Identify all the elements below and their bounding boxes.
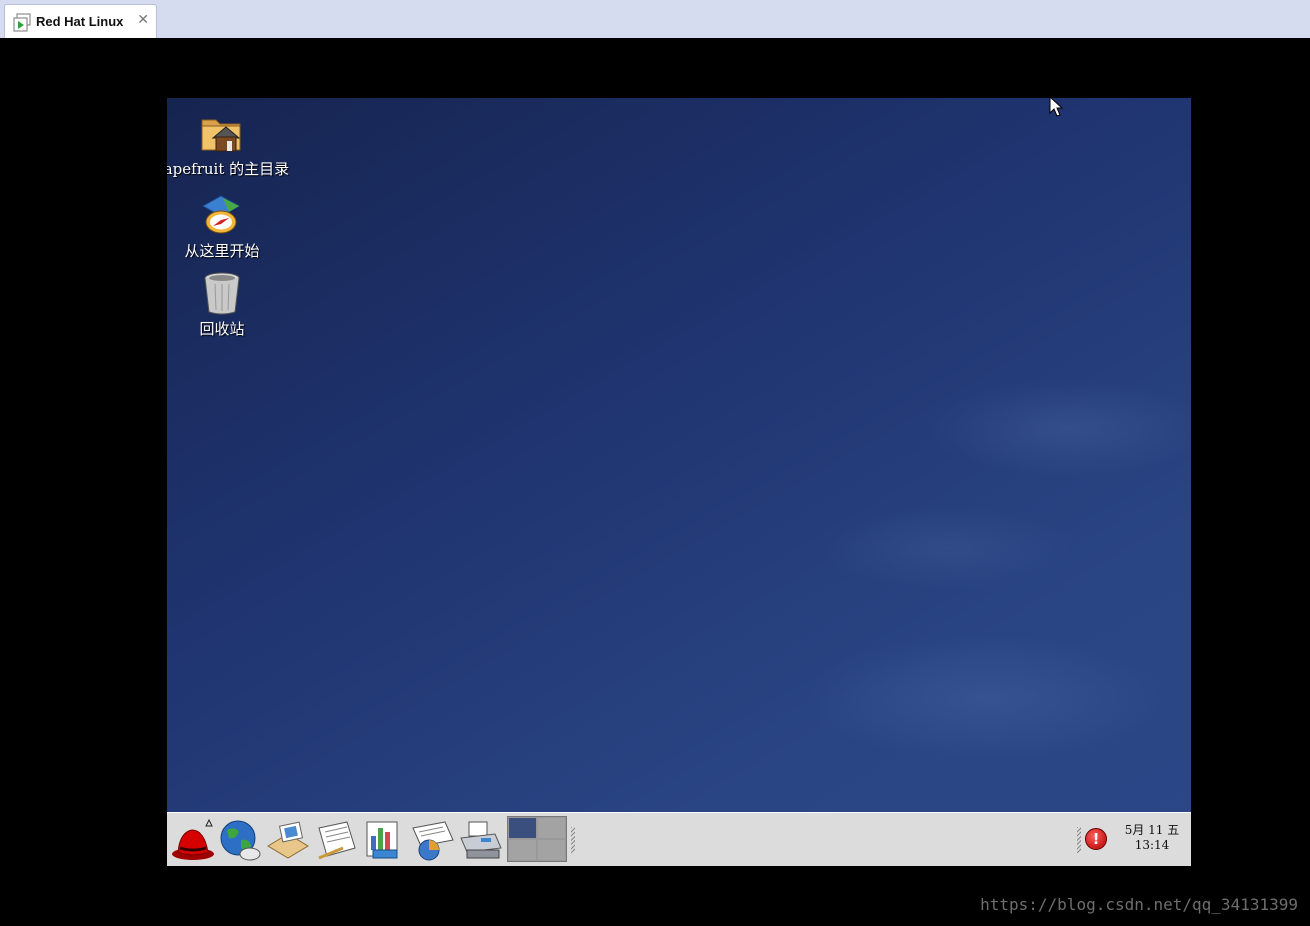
desktop-trash[interactable]: 回收站	[167, 270, 292, 339]
clock-time: 13:14	[1134, 838, 1170, 852]
clock-date: 5月 11 五	[1124, 823, 1180, 837]
vm-play-icon	[13, 13, 31, 32]
writer-button[interactable]	[313, 818, 359, 862]
spreadsheet-icon	[366, 821, 398, 859]
workspace-2[interactable]	[538, 818, 565, 838]
workspace-switcher[interactable]	[507, 816, 567, 862]
tab-label: Red Hat Linux	[36, 14, 124, 29]
redhat-menu-icon	[172, 818, 214, 860]
email-button[interactable]	[265, 818, 311, 862]
panel-grip[interactable]	[571, 827, 575, 853]
vm-screen[interactable]: eapefruit 的主目录 从这里开始 回收站 ! 5月 11 五 13:14	[167, 98, 1191, 866]
panel-grip[interactable]	[1077, 827, 1081, 853]
spreadsheet-button[interactable]	[361, 818, 407, 862]
writer-icon	[318, 821, 356, 860]
home-folder-icon	[201, 119, 241, 152]
close-icon[interactable]: ✕	[137, 12, 149, 28]
printer-icon	[460, 821, 502, 859]
update-alert-icon[interactable]: !	[1085, 828, 1107, 850]
web-browser-button[interactable]	[217, 818, 263, 862]
desktop-label: 从这里开始	[184, 242, 260, 260]
host-tab-bar: Red Hat Linux ✕	[0, 0, 1310, 38]
desktop-home-folder[interactable]: eapefruit 的主目录	[167, 110, 292, 179]
redhat-menu-button[interactable]	[170, 818, 216, 862]
watermark: https://blog.csdn.net/qq_34131399	[980, 895, 1298, 914]
presentation-button[interactable]	[409, 818, 455, 862]
desktop-label: eapefruit 的主目录	[167, 160, 290, 178]
tab-red-hat-linux[interactable]: Red Hat Linux ✕	[4, 4, 157, 38]
desktop-label: 回收站	[199, 320, 245, 338]
mouse-cursor-icon	[1049, 96, 1063, 117]
workspace-3[interactable]	[509, 840, 536, 860]
web-browser-icon	[220, 820, 261, 861]
email-icon	[267, 821, 309, 859]
workspace-4[interactable]	[538, 840, 565, 860]
workspace-1[interactable]	[509, 818, 536, 838]
bottom-panel: ! 5月 11 五 13:14	[167, 812, 1191, 866]
compass-start-here-icon	[201, 195, 241, 234]
clock[interactable]: 5月 11 五 13:14	[1117, 823, 1187, 853]
desktop-start-here[interactable]: 从这里开始	[167, 192, 292, 261]
presentation-icon	[412, 821, 454, 861]
printer-button[interactable]	[457, 818, 503, 862]
trash-icon	[204, 272, 240, 315]
